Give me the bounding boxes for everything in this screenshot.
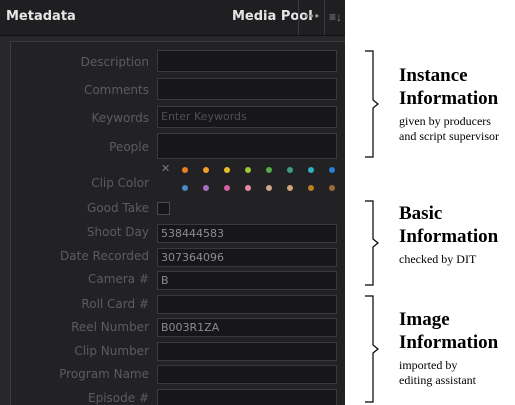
clip-color-swatch[interactable] bbox=[182, 167, 188, 173]
instance-title-line1: Instance bbox=[399, 65, 468, 86]
clip-color-swatch[interactable] bbox=[182, 185, 188, 191]
image-title-line2: Information bbox=[399, 332, 499, 353]
clip-color-swatch[interactable] bbox=[245, 185, 251, 191]
clip-color-swatch[interactable] bbox=[224, 167, 230, 173]
instance-bracket bbox=[365, 50, 379, 158]
clip-color-swatch[interactable] bbox=[203, 167, 209, 173]
sort-icon[interactable]: ≡↓ bbox=[324, 0, 345, 35]
basic-title-line1: Basic bbox=[399, 203, 443, 224]
camera-number-field[interactable]: B bbox=[157, 271, 337, 290]
image-sub-line2: editing assistant bbox=[399, 373, 476, 387]
date-recorded-label: Date Recorded bbox=[60, 249, 149, 263]
basic-title-line2: Information bbox=[399, 226, 499, 247]
clip-color-swatch[interactable] bbox=[245, 167, 251, 173]
program-name-label: Program Name bbox=[59, 367, 149, 381]
clip-color-swatch[interactable] bbox=[308, 185, 314, 191]
shoot-day-field[interactable]: 538444583 bbox=[157, 224, 337, 243]
people-field[interactable] bbox=[157, 133, 337, 159]
reel-number-label: Reel Number bbox=[71, 320, 149, 334]
more-options-icon[interactable]: ••• bbox=[298, 0, 325, 35]
panel-header: Metadata Media Pool ••• ≡↓ bbox=[0, 0, 345, 36]
instance-sub-line2: and script supervisor bbox=[399, 129, 499, 143]
instance-sub-line1: given by producers bbox=[399, 114, 491, 128]
clear-color-icon[interactable]: ✕ bbox=[161, 164, 170, 175]
roll-card-field[interactable] bbox=[157, 295, 337, 314]
instance-title-line2: Information bbox=[399, 88, 499, 109]
program-name-field[interactable] bbox=[157, 365, 337, 384]
clip-color-swatch[interactable] bbox=[287, 185, 293, 191]
episode-number-label: Episode # bbox=[88, 391, 149, 405]
clip-color-swatch[interactable] bbox=[224, 185, 230, 191]
episode-number-field[interactable] bbox=[157, 389, 337, 405]
clip-color-swatch[interactable] bbox=[329, 185, 335, 191]
basic-bracket bbox=[365, 200, 379, 286]
clip-number-label: Clip Number bbox=[74, 344, 149, 358]
image-bracket bbox=[365, 295, 379, 403]
clip-color-label: Clip Color bbox=[91, 176, 149, 190]
clip-color-swatch[interactable] bbox=[287, 167, 293, 173]
good-take-checkbox[interactable] bbox=[157, 202, 170, 215]
image-sub-line1: imported by bbox=[399, 358, 458, 372]
keywords-field[interactable]: Enter Keywords bbox=[157, 106, 337, 128]
keywords-placeholder: Enter Keywords bbox=[161, 110, 247, 123]
metadata-panel: Metadata Media Pool ••• ≡↓ Description C… bbox=[0, 0, 345, 405]
roll-card-label: Roll Card # bbox=[81, 297, 149, 311]
description-field[interactable] bbox=[157, 50, 337, 72]
camera-number-label: Camera # bbox=[88, 272, 149, 286]
comments-field[interactable] bbox=[157, 78, 337, 100]
basic-sub-line1: checked by DIT bbox=[399, 252, 477, 266]
clip-color-swatch[interactable] bbox=[266, 167, 272, 173]
people-label: People bbox=[109, 140, 149, 154]
clip-color-swatch[interactable] bbox=[329, 167, 335, 173]
description-label: Description bbox=[80, 55, 149, 69]
clip-number-field[interactable] bbox=[157, 342, 337, 361]
metadata-tab[interactable]: Metadata bbox=[6, 9, 76, 24]
clip-color-swatch[interactable] bbox=[266, 185, 272, 191]
clip-color-swatch[interactable] bbox=[203, 185, 209, 191]
shoot-day-label: Shoot Day bbox=[86, 225, 149, 239]
comments-label: Comments bbox=[83, 83, 149, 97]
date-recorded-field[interactable]: 307364096 bbox=[157, 248, 337, 267]
good-take-label: Good Take bbox=[86, 201, 149, 215]
clip-color-swatch[interactable] bbox=[308, 167, 314, 173]
reel-number-field[interactable]: B003R1ZA bbox=[157, 318, 337, 337]
image-title-line1: Image bbox=[399, 309, 450, 330]
keywords-label: Keywords bbox=[91, 111, 149, 125]
